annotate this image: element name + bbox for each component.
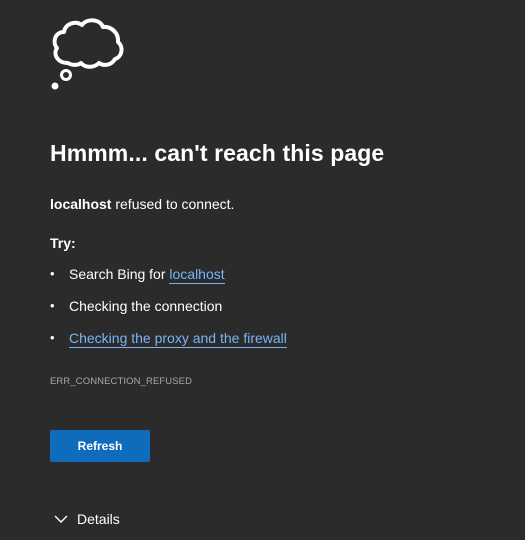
- suggestion-check-connection: • Checking the connection: [50, 298, 287, 330]
- error-message: localhost refused to connect.: [50, 196, 234, 212]
- bullet: •: [50, 330, 55, 345]
- search-localhost-link[interactable]: localhost: [169, 266, 225, 284]
- error-page: Hmmm... can't reach this page localhost …: [0, 0, 525, 540]
- details-toggle[interactable]: Details: [54, 511, 120, 527]
- suggestion-search-bing: • Search Bing for localhost: [50, 266, 287, 298]
- details-label: Details: [77, 511, 120, 527]
- suggestion-list: • Search Bing for localhost • Checking t…: [50, 266, 287, 362]
- bullet: •: [50, 266, 55, 281]
- proxy-firewall-link[interactable]: Checking the proxy and the firewall: [69, 330, 287, 348]
- error-message-text: refused to connect.: [111, 196, 235, 212]
- thought-cloud-icon: [51, 18, 124, 90]
- error-code: ERR_CONNECTION_REFUSED: [50, 376, 193, 387]
- suggestion-text: Search Bing for: [69, 266, 170, 282]
- page-title: Hmmm... can't reach this page: [50, 140, 385, 166]
- suggestion-text: Checking the connection: [69, 298, 223, 314]
- host-name: localhost: [50, 196, 112, 212]
- chevron-down-icon: [54, 515, 68, 523]
- refresh-button[interactable]: Refresh: [50, 430, 150, 462]
- try-label: Try:: [50, 235, 76, 251]
- suggestion-check-proxy: • Checking the proxy and the firewall: [50, 330, 287, 362]
- bullet: •: [50, 298, 55, 313]
